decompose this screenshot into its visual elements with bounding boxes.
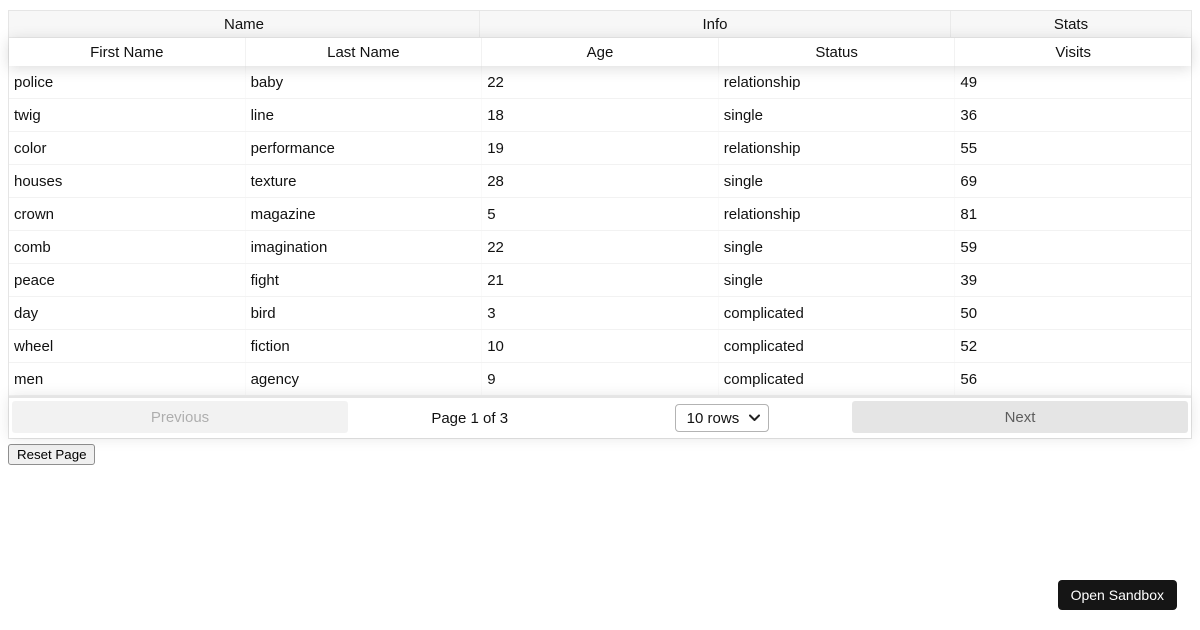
column-header-last-name[interactable]: Last Name	[246, 38, 483, 66]
table-row: day bird 3 complicated 50	[9, 297, 1191, 330]
table-row: twig line 18 single 36	[9, 99, 1191, 132]
table-cell-first-name: houses	[14, 172, 63, 190]
pagination-previous-wrap: Previous	[12, 401, 348, 435]
header-group-stats: Stats	[1053, 15, 1089, 33]
pagination-bar: Previous Page 1 of 3 10 rows Next	[9, 396, 1191, 438]
table-cell-age: 21	[487, 271, 504, 289]
table-cell-last-name: fiction	[250, 337, 290, 355]
table-body: police baby 22 relationship 49 twig line 18 sing…	[9, 66, 1191, 396]
table-cell-status: single	[723, 106, 763, 124]
table-cell-visits: 69	[960, 172, 978, 190]
column-header-first-name[interactable]: First Name	[9, 38, 246, 66]
table-cell-age: 9	[487, 370, 496, 388]
table-header-groups: Name Info Stats	[9, 11, 1191, 38]
table-cell-age: 19	[487, 139, 504, 157]
table-cell-age: 3	[487, 304, 496, 322]
pagination-center: Page 1 of 3 10 rows	[348, 401, 852, 435]
table-row: police baby 22 relationship 49	[9, 66, 1191, 99]
table-cell-first-name: crown	[14, 205, 55, 223]
table-cell-visits: 56	[960, 370, 978, 388]
table-cell-status: relationship	[723, 139, 801, 157]
table-cell-age: 22	[487, 238, 504, 256]
next-page-button[interactable]: Next	[852, 401, 1188, 433]
column-header-row: First Name Last Name Age Status Visits	[9, 38, 1191, 66]
table-cell-status: complicated	[723, 370, 804, 388]
table-cell-last-name: performance	[250, 139, 335, 157]
table-cell-first-name: color	[14, 139, 47, 157]
table-cell-last-name: baby	[250, 73, 284, 91]
column-header-age[interactable]: Age	[482, 38, 719, 66]
table-cell-age: 10	[487, 337, 504, 355]
page-size-select-wrap: 10 rows	[674, 404, 769, 432]
table-cell-first-name: men	[14, 370, 44, 388]
table-row: crown magazine 5 relationship 81	[9, 198, 1191, 231]
table-cell-last-name: magazine	[250, 205, 316, 223]
column-header-visits[interactable]: Visits	[955, 38, 1191, 66]
table-cell-first-name: day	[14, 304, 39, 322]
table-cell-visits: 59	[960, 238, 978, 256]
table-cell-visits: 81	[960, 205, 978, 223]
table-cell-first-name: police	[14, 73, 54, 91]
table-row: men agency 9 complicated 56	[9, 363, 1191, 396]
table-cell-age: 22	[487, 73, 504, 91]
app-container: Name Info Stats First Name Last Name Age…	[8, 10, 1192, 465]
table-row: wheel fiction 10 complicated 52	[9, 330, 1191, 363]
open-sandbox-button[interactable]: Open Sandbox	[1057, 580, 1177, 610]
table-cell-last-name: bird	[250, 304, 276, 322]
data-table: Name Info Stats First Name Last Name Age…	[8, 10, 1192, 439]
table-cell-status: single	[723, 172, 763, 190]
table-row: houses texture 28 single 69	[9, 165, 1191, 198]
page-size-select[interactable]: 10 rows	[674, 404, 769, 432]
table-cell-age: 5	[487, 205, 496, 223]
table-cell-first-name: peace	[14, 271, 55, 289]
table-cell-first-name: wheel	[14, 337, 54, 355]
table-row: color performance 19 relationship 55	[9, 132, 1191, 165]
header-group-name: Name	[9, 11, 480, 37]
table-cell-status: relationship	[723, 73, 801, 91]
page-info: Page 1 of 3	[431, 409, 509, 427]
reset-page-button[interactable]: Reset Page	[8, 444, 96, 465]
table-cell-last-name: texture	[250, 172, 297, 190]
table-cell-last-name: agency	[250, 370, 299, 388]
header-group-row: Name Info Stats	[9, 11, 1191, 38]
table-cell-visits: 36	[960, 106, 978, 124]
table-cell-age: 18	[487, 106, 504, 124]
table-cell-visits: 52	[960, 337, 978, 355]
table-cell-visits: 50	[960, 304, 978, 322]
table-row: peace fight 21 single 39	[9, 264, 1191, 297]
table-cell-age: 28	[487, 172, 504, 190]
table-cell-status: complicated	[723, 304, 804, 322]
table-cell-status: relationship	[723, 205, 801, 223]
header-group-info: Info	[480, 11, 951, 37]
table-cell-visits: 49	[960, 73, 978, 91]
table-cell-last-name: fight	[250, 271, 279, 289]
pagination-next-wrap: Next	[852, 401, 1188, 435]
table-cell-status: complicated	[723, 337, 804, 355]
table-cell-last-name: line	[250, 106, 274, 124]
table-cell-last-name: imagination	[250, 238, 328, 256]
table-cell-visits: 55	[960, 139, 978, 157]
table-cell-status: single	[723, 238, 763, 256]
table-column-headers: First Name Last Name Age Status Visits	[9, 38, 1191, 66]
table-cell-first-name: twig	[14, 106, 41, 124]
table-cell-status: single	[723, 271, 763, 289]
table-cell-first-name: comb	[14, 238, 51, 256]
column-header-status[interactable]: Status	[719, 38, 956, 66]
previous-page-button[interactable]: Previous	[12, 401, 348, 433]
table-cell-visits: 39	[960, 271, 978, 289]
table-row: comb imagination 22 single 59	[9, 231, 1191, 264]
